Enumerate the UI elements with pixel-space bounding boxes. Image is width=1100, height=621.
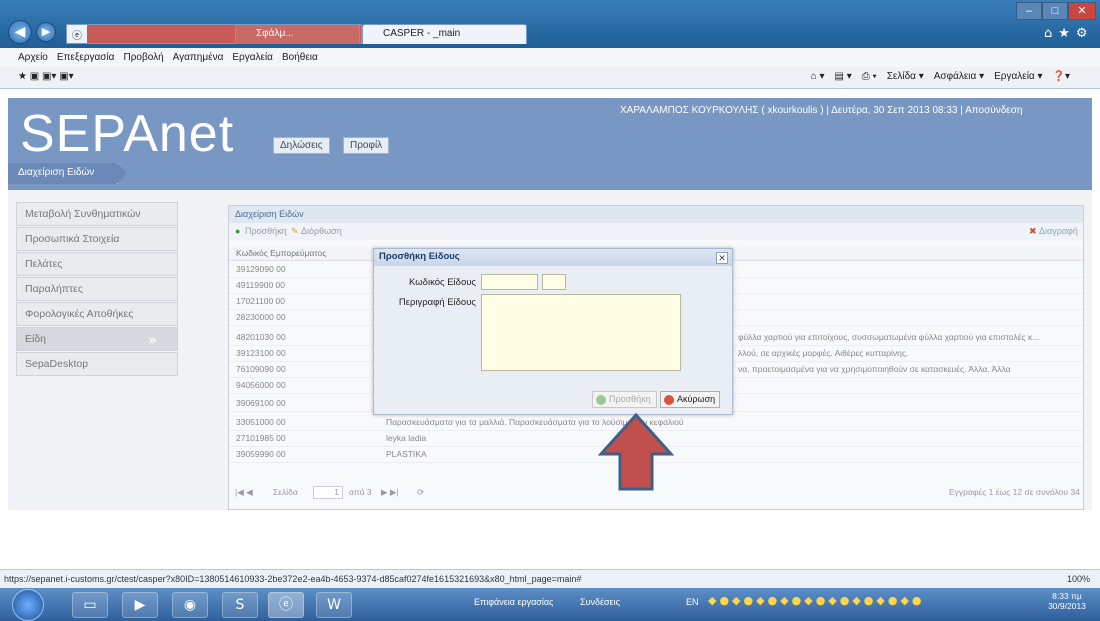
sidebar-item-recipients[interactable]: Παραλήπτες	[16, 277, 178, 301]
profile-button[interactable]: Προφίλ	[343, 137, 390, 154]
minimize-icon[interactable]: –	[1016, 2, 1042, 20]
media-player-icon[interactable]: ▶	[122, 592, 158, 618]
close-icon[interactable]: ✕	[716, 252, 728, 264]
menu-page[interactable]: Σελίδα ▾	[887, 71, 924, 82]
feeds-icon[interactable]: ▤ ▾	[834, 71, 851, 82]
grid-toolbar: ● Προσθήκη ✎ Διόρθωση ✖ Διαγραφή	[229, 223, 1083, 240]
add-icon[interactable]: ●	[235, 223, 240, 239]
breadcrumb[interactable]: Διαχείριση Ειδών	[8, 163, 127, 184]
hp-icon[interactable]: ◉	[172, 592, 208, 618]
dialog-title: Προσθήκη Είδους	[374, 249, 732, 266]
grid-title: Διαχείριση Ειδών	[229, 206, 1083, 223]
pager-info: Εγγραφές 1 έως 12 σε συνόλου 34	[949, 487, 1080, 497]
ie-icon: ⓔ	[72, 30, 82, 42]
user-info[interactable]: ΧΑΡΑΛΑΜΠΟΣ ΚΟΥΡΚΟΥΛΗΣ ( xkourkoulis ) | …	[620, 105, 1022, 116]
home-star-gear-icons[interactable]: ⌂★⚙	[1044, 26, 1094, 41]
menu-edit[interactable]: Επεξεργασία	[57, 52, 115, 63]
close-window-icon[interactable]: ✕	[1068, 2, 1096, 20]
description-textarea[interactable]	[481, 294, 681, 371]
desktop-toolbar[interactable]: Επιφάνεια εργασίας	[474, 597, 553, 607]
pager-page-label: Σελίδα	[273, 487, 298, 497]
delete-icon[interactable]: ✖	[1029, 223, 1037, 239]
edit-icon[interactable]: ✎	[291, 223, 299, 239]
menu-help[interactable]: Βοήθεια	[282, 52, 318, 63]
menu-tools[interactable]: Εργαλεία	[232, 52, 273, 63]
back-icon[interactable]: ◀	[8, 20, 32, 44]
explorer-icon[interactable]: ▭	[72, 592, 108, 618]
pager-of: από 3	[349, 487, 372, 497]
cancel-button[interactable]: Ακύρωση	[660, 391, 720, 408]
cancel-icon	[664, 395, 674, 405]
add-button[interactable]: Προσθήκη	[592, 391, 657, 408]
menu-file[interactable]: Αρχείο	[18, 52, 48, 63]
word-icon[interactable]: W	[316, 592, 352, 618]
clock[interactable]: 8:33 πμ 30/9/2013	[1040, 591, 1094, 611]
favorites-bar: ★ ▣ ▣▾ ▣▾ ⌂ ▾ ▤ ▾ ⎙ ▾ Σελίδα ▾ Ασφάλεια …	[0, 67, 1100, 89]
help-icon[interactable]: ❓▾	[1053, 71, 1070, 82]
page-number-input[interactable]: 1	[313, 486, 343, 499]
toolbar-edit[interactable]: Διόρθωση	[301, 223, 342, 239]
sidebar-item-personal[interactable]: Προσωπικά Στοιχεία	[16, 227, 178, 251]
menu-safety[interactable]: Ασφάλεια ▾	[934, 71, 984, 82]
tab-error[interactable]: Σφάλμ...	[235, 24, 360, 44]
language-indicator[interactable]: EN	[686, 597, 699, 607]
code-label: Κωδικός Είδους	[409, 277, 476, 288]
toolbar-add[interactable]: Προσθήκη	[245, 223, 287, 239]
chevron-right-icon: »	[148, 331, 158, 349]
description-label: Περιγραφή Είδους	[398, 297, 476, 308]
tab-casper[interactable]: CASPER - _main	[362, 24, 527, 44]
declarations-button[interactable]: Δηλώσεις	[273, 137, 330, 154]
sidebar-item-sepadesktop[interactable]: SepaDesktop	[16, 352, 178, 376]
sidebar-item-clients[interactable]: Πελάτες	[16, 252, 178, 276]
menu-tools-cmd[interactable]: Εργαλεία ▾	[994, 71, 1042, 82]
menu-bar: Αρχείο Επεξεργασία Προβολή Αγαπημένα Εργ…	[0, 48, 1100, 67]
ie-taskbar-icon[interactable]: ⓔ	[268, 592, 304, 618]
first-page-icon[interactable]: |◀ ◀	[235, 484, 253, 501]
status-url: https://sepanet.i-customs.gr/ctest/caspe…	[4, 574, 582, 584]
home-icon[interactable]: ⌂ ▾	[811, 71, 825, 82]
clock-date: 30/9/2013	[1048, 601, 1086, 611]
maximize-icon[interactable]: □	[1042, 2, 1068, 20]
forward-icon[interactable]: ▶	[36, 22, 56, 42]
sidebar-item-warehouses[interactable]: Φορολογικές Αποθήκες	[16, 302, 178, 326]
tray-icons[interactable]: ◆●◆●◆●◆●◆●◆●◆●◆●◆●	[708, 594, 925, 607]
start-button[interactable]	[12, 589, 44, 621]
skype-icon[interactable]: S	[222, 592, 258, 618]
status-bar: https://sepanet.i-customs.gr/ctest/caspe…	[0, 569, 1100, 588]
menu-favorites[interactable]: Αγαπημένα	[173, 52, 224, 63]
add-icon	[596, 395, 606, 405]
clock-time: 8:33 πμ	[1052, 591, 1082, 601]
code-suffix-input[interactable]	[542, 274, 566, 290]
favorites-star-icon[interactable]: ★ ▣ ▣▾ ▣▾	[18, 71, 74, 82]
sepanet-logo: SEPAnet	[20, 105, 235, 163]
connections-toolbar[interactable]: Συνδέσεις	[580, 597, 620, 607]
print-icon[interactable]: ⎙ ▾	[862, 71, 877, 82]
next-page-icon[interactable]: ▶ ▶|	[381, 484, 399, 501]
tab-label: Σφάλμ...	[256, 28, 294, 39]
red-arrow-annotation	[598, 412, 674, 491]
refresh-icon[interactable]: ⟳	[417, 484, 424, 501]
tab-label: CASPER - _main	[383, 28, 461, 39]
code-input[interactable]	[481, 274, 538, 290]
menu-view[interactable]: Προβολή	[123, 52, 163, 63]
sidebar-item-password[interactable]: Μεταβολή Συνθηματικών	[16, 202, 178, 226]
toolbar-delete[interactable]: Διαγραφή	[1039, 223, 1078, 239]
zoom-level[interactable]: 100%	[1067, 570, 1090, 588]
